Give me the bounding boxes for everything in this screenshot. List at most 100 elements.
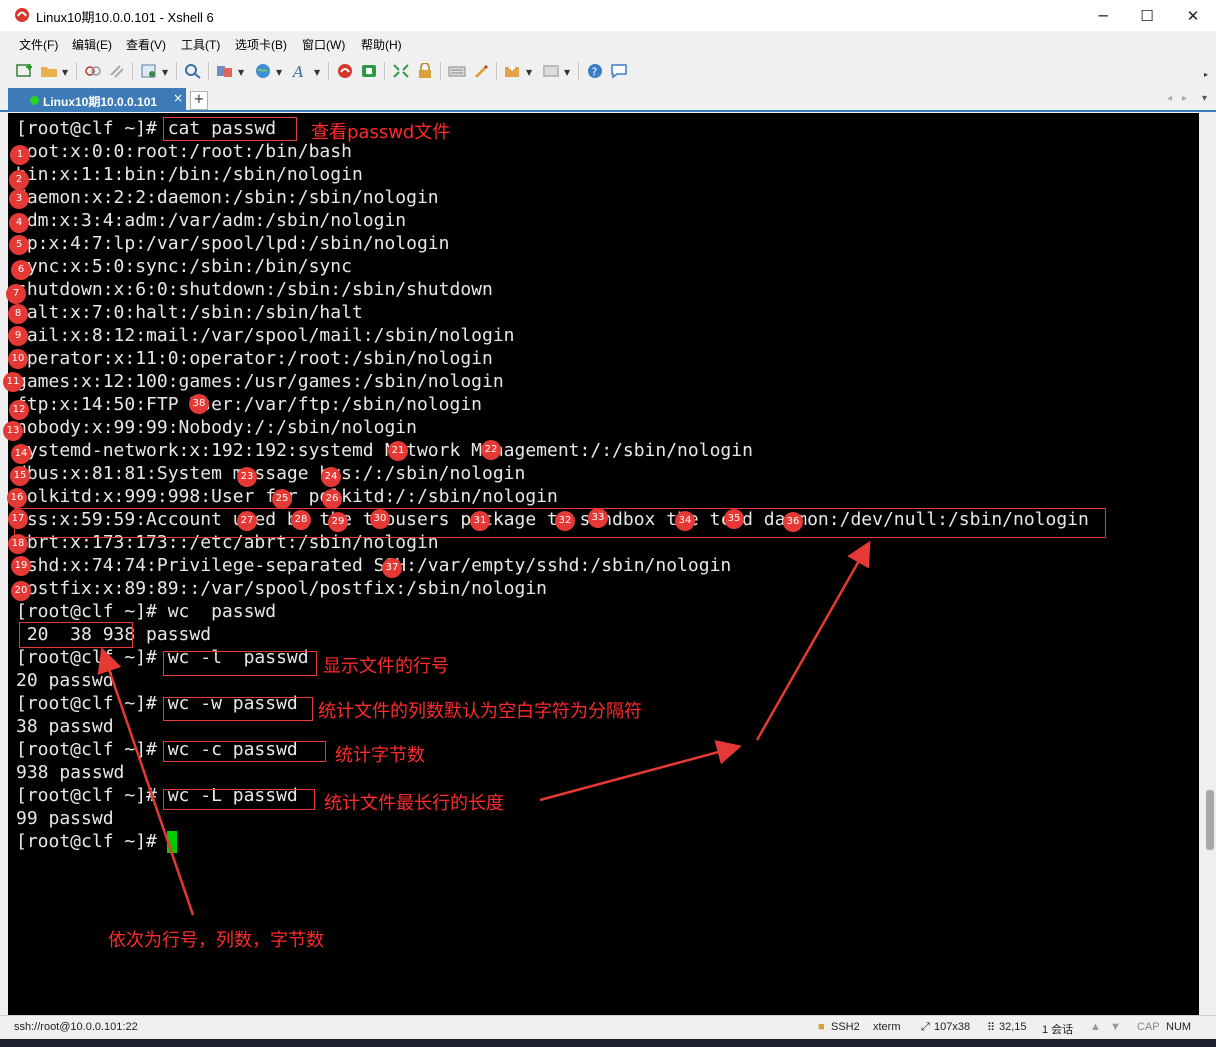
- terminal-line: bin:x:1:1:bin:/bin:/sbin/nologin: [16, 164, 363, 185]
- menu-view[interactable]: 查看(V): [126, 36, 166, 53]
- terminal-line: postfix:x:89:89::/var/spool/postfix:/sbi…: [16, 578, 548, 599]
- menu-edit[interactable]: 编辑(E): [72, 36, 112, 53]
- marker-11: 11: [3, 372, 23, 392]
- lock-icon[interactable]: [416, 63, 434, 79]
- menu-tabs[interactable]: 选项卡(B): [235, 36, 287, 53]
- new-session-icon[interactable]: [16, 63, 34, 79]
- tab-next-icon[interactable]: ▸: [1182, 93, 1187, 104]
- marker-14: 14: [11, 444, 31, 464]
- terminal-line: dbus:x:81:81:System message bus:/:/sbin/…: [16, 463, 526, 484]
- marker-31: 31: [470, 511, 490, 531]
- layout-icon[interactable]: [542, 63, 560, 79]
- chevron-down-icon[interactable]: ▼: [314, 68, 320, 77]
- annotation-wc-w: 统计文件的列数默认为空白字符为分隔符: [318, 701, 642, 722]
- xshell-logo-icon: [15, 8, 29, 22]
- toolbar-overflow-icon[interactable]: ▸: [1204, 70, 1208, 79]
- menu-file[interactable]: 文件(F): [19, 36, 58, 53]
- keyboard-icon[interactable]: [448, 63, 466, 79]
- chevron-down-icon[interactable]: ▼: [276, 68, 282, 77]
- compose-icon[interactable]: [504, 63, 522, 79]
- annotation-wc-c: 统计字节数: [335, 745, 425, 766]
- marker-35: 35: [724, 509, 744, 529]
- fullscreen-icon[interactable]: [392, 63, 410, 79]
- annotation-cat: 查看passwd文件: [311, 122, 451, 143]
- tab-close-button[interactable]: ×: [173, 91, 183, 105]
- terminal-line: nobody:x:99:99:Nobody:/:/sbin/nologin: [16, 417, 417, 438]
- scrollbar-thumb[interactable]: [1206, 790, 1214, 850]
- marker-30: 30: [370, 509, 390, 529]
- chevron-down-icon[interactable]: ▼: [62, 68, 68, 77]
- terminal-line: 99 passwd: [16, 808, 114, 829]
- properties-icon[interactable]: [140, 63, 158, 79]
- marker-23: 23: [237, 467, 257, 487]
- terminal-line: [root@clf ~]# wc passwd: [16, 601, 277, 622]
- terminal-cursor: [167, 831, 177, 853]
- terminal-size-icon: ⤢: [921, 1021, 930, 1033]
- highlight-box-cat: [163, 117, 297, 141]
- transfer-icon[interactable]: [216, 63, 234, 79]
- marker-28: 28: [291, 510, 311, 530]
- font-icon[interactable]: A: [292, 63, 310, 79]
- marker-37: 37: [382, 558, 402, 578]
- menu-window[interactable]: 窗口(W): [302, 36, 345, 53]
- terminal-line: shutdown:x:6:0:shutdown:/sbin:/sbin/shut…: [16, 279, 493, 300]
- xftp-icon[interactable]: [336, 63, 354, 79]
- marker-6: 6: [11, 260, 31, 280]
- terminal-line: operator:x:11:0:operator:/root:/sbin/nol…: [16, 348, 493, 369]
- terminal-line: root:x:0:0:root:/root:/bin/bash: [16, 141, 352, 162]
- xmanager-icon[interactable]: [360, 63, 378, 79]
- close-button[interactable]: ✕: [1170, 0, 1216, 31]
- status-pos: 32,15: [999, 1021, 1027, 1033]
- menu-help[interactable]: 帮助(H): [361, 36, 402, 53]
- toolbar-separator: [384, 62, 385, 80]
- maximize-button[interactable]: ☐: [1124, 0, 1170, 31]
- chevron-down-icon[interactable]: ▼: [238, 68, 244, 77]
- marker-36: 36: [783, 512, 803, 532]
- tab-prev-icon[interactable]: ◂: [1167, 93, 1172, 104]
- terminal-line: halt:x:7:0:halt:/sbin:/sbin/halt: [16, 302, 363, 323]
- marker-25: 25: [272, 489, 292, 509]
- marker-8: 8: [8, 304, 28, 324]
- terminal-line: lp:x:4:7:lp:/var/spool/lpd:/sbin/nologin: [16, 233, 450, 254]
- connected-status-icon: [30, 96, 39, 105]
- arrow-down-icon[interactable]: ▼: [1110, 1021, 1121, 1033]
- terminal-scrollbar[interactable]: [1199, 113, 1216, 1015]
- arrow-up-icon[interactable]: ▲: [1090, 1021, 1101, 1033]
- globe-icon[interactable]: [254, 63, 272, 79]
- lock-status-icon: ■: [818, 1021, 825, 1033]
- marker-4: 4: [9, 213, 29, 233]
- minimize-button[interactable]: ─: [1080, 0, 1126, 31]
- terminal-prompt: [root@clf ~]#: [16, 831, 168, 852]
- status-num: NUM: [1166, 1021, 1192, 1033]
- new-tab-button[interactable]: +: [190, 91, 208, 110]
- open-folder-icon[interactable]: [40, 63, 58, 79]
- menu-tools[interactable]: 工具(T): [181, 36, 220, 53]
- status-connection: ssh://root@10.0.0.101:22: [14, 1021, 138, 1033]
- marker-3: 3: [9, 189, 29, 209]
- marker-20: 20: [11, 581, 31, 601]
- cursor-pos-icon: ⠿: [987, 1022, 996, 1034]
- marker-18: 18: [8, 534, 28, 554]
- chevron-down-icon[interactable]: ▼: [564, 68, 570, 77]
- svg-text:?: ?: [592, 66, 598, 79]
- status-size: 107x38: [934, 1021, 971, 1033]
- help-icon[interactable]: ?: [586, 63, 604, 79]
- reconnect-icon[interactable]: [108, 63, 126, 79]
- chat-icon[interactable]: [610, 63, 628, 79]
- toolbar-separator: [176, 62, 177, 80]
- marker-17: 17: [8, 509, 28, 529]
- chevron-down-icon[interactable]: ▼: [162, 68, 168, 77]
- marker-33: 33: [588, 508, 608, 528]
- terminal-line: 38 passwd: [16, 716, 114, 737]
- status-term: xterm: [873, 1021, 901, 1033]
- highlight-box-wc-output: [19, 622, 133, 648]
- status-sessions: 1 会话: [1042, 1024, 1074, 1036]
- chevron-down-icon[interactable]: ▼: [526, 68, 532, 77]
- marker-24: 24: [321, 467, 341, 487]
- tab-list-icon[interactable]: ▾: [1202, 93, 1207, 104]
- terminal-line: mail:x:8:12:mail:/var/spool/mail:/sbin/n…: [16, 325, 515, 346]
- highlight-icon[interactable]: [472, 63, 490, 79]
- toolbar-separator: [76, 62, 77, 80]
- find-icon[interactable]: [184, 63, 202, 79]
- disconnect-icon[interactable]: [84, 63, 102, 79]
